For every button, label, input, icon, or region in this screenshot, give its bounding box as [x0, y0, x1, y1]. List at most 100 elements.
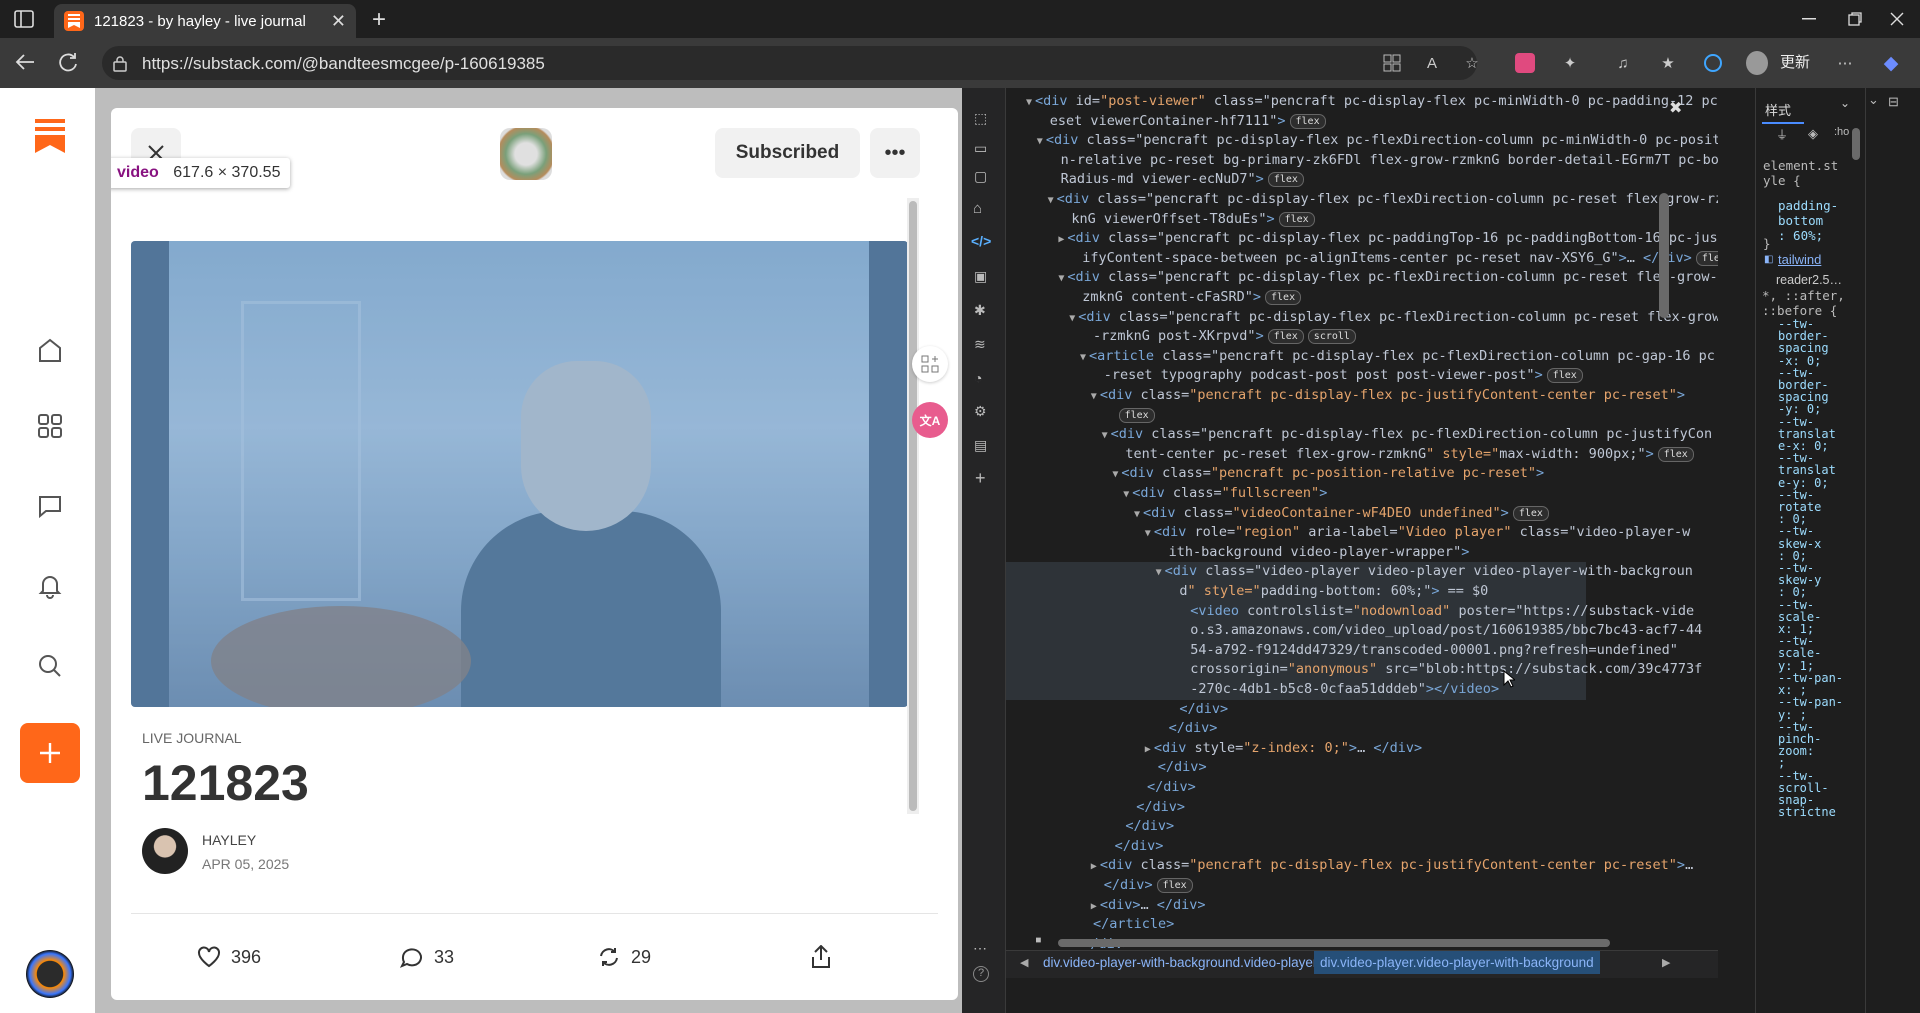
refresh-icon[interactable]: [58, 52, 78, 72]
styles-dropdown-icon[interactable]: ⌄: [1840, 96, 1850, 110]
dom-node-line[interactable]: zmknG content-cFaSRD"> flex: [1069, 288, 1302, 307]
welcome-icon[interactable]: ▢: [974, 168, 987, 185]
notifications-bell-icon[interactable]: [30, 566, 70, 606]
hover-state-toggle[interactable]: :ho: [1834, 126, 1849, 138]
tree-scrollbar-thumb[interactable]: [1659, 193, 1669, 318]
dom-node-line[interactable]: ▼ <div class="pencraft pc-display-flex pc…: [1102, 425, 1713, 445]
favorites-icon[interactable]: ★: [1657, 52, 1679, 74]
dom-node-line[interactable]: </div>: [1166, 700, 1228, 719]
dom-node-line[interactable]: ith-background video-player-wrapper">: [1156, 543, 1470, 562]
dom-node-line[interactable]: d" style="padding-bottom: 60%;"> == $0: [1166, 582, 1488, 601]
restore-icon[interactable]: [1832, 0, 1878, 38]
site-info-icon[interactable]: [113, 56, 127, 72]
dom-node-line[interactable]: </div>: [1134, 778, 1196, 797]
element-style-rule[interactable]: element.st yle {: [1763, 158, 1838, 188]
dom-node-line[interactable]: ▼ <article class="pencraft pc-display-fle…: [1080, 347, 1715, 367]
copilot-icon[interactable]: ◆: [1880, 52, 1902, 74]
network-wifi-icon[interactable]: ≋: [974, 336, 986, 353]
universal-selector-rule[interactable]: *, ::after, ::before {: [1762, 288, 1845, 318]
dom-node-line[interactable]: </div>: [1112, 817, 1174, 836]
card-scrollbar-thumb[interactable]: [909, 201, 917, 811]
translate-extension-icon[interactable]: [1514, 52, 1536, 74]
browser-essentials-icon[interactable]: [1702, 52, 1724, 74]
sources-bug-icon[interactable]: ✱: [974, 302, 986, 319]
translate-float-icon[interactable]: 文A: [912, 402, 948, 438]
performance-icon[interactable]: ◔: [974, 370, 982, 386]
dom-node-line[interactable]: ▼ <div class="pencraft pc-display-flex pc…: [1091, 386, 1685, 406]
author-name[interactable]: HAYLEY: [202, 832, 256, 848]
breadcrumb-left-arrow[interactable]: ◀: [1020, 956, 1028, 969]
dom-node-line[interactable]: ▼ <div class="video-player video-player v…: [1156, 562, 1693, 582]
publication-logo[interactable]: [500, 128, 552, 180]
dom-node-line[interactable]: ▼ <div role="region" aria-label="Video pl…: [1145, 523, 1691, 543]
padding-bottom-declaration[interactable]: padding- bottom : 60%;: [1778, 198, 1838, 243]
dom-node-line[interactable]: </div>: [1102, 837, 1164, 856]
layers-icon[interactable]: ◈: [1808, 126, 1818, 142]
dom-node-line[interactable]: ▼ <div class="pencraft pc-display-flex pc…: [1048, 190, 1718, 210]
dom-node-line[interactable]: -270c-4db1-b5c8-0cfaa51dddeb"></video>: [1177, 680, 1499, 699]
reader-source-link[interactable]: reader2.5…: [1776, 273, 1842, 287]
tailwind-source-link[interactable]: tailwind: [1778, 252, 1821, 267]
like-button[interactable]: 396: [197, 946, 261, 968]
dom-node-line[interactable]: ▼ <div class="pencraft pc-display-flex pc…: [1058, 268, 1718, 288]
media-icon[interactable]: ♫: [1612, 52, 1634, 74]
dom-node-line[interactable]: </article>: [1080, 915, 1174, 934]
close-elements-icon[interactable]: ✖: [1669, 98, 1682, 118]
tree-hscrollbar-thumb[interactable]: [1058, 939, 1610, 947]
browser-tab[interactable]: 121823 - by hayley - live journal ✕: [54, 4, 356, 38]
dom-node-line[interactable]: <video controlslist="nodownload" poster=…: [1177, 602, 1694, 621]
back-icon[interactable]: [14, 52, 36, 72]
dom-node-line[interactable]: </div>: [1145, 758, 1207, 777]
dom-node-line[interactable]: 54-a792-f9124dd47329/transcoded-00001.pn…: [1177, 641, 1678, 660]
substack-logo-icon[interactable]: [30, 116, 70, 156]
dom-node-line[interactable]: </div>: [1123, 798, 1185, 817]
elements-tool-icon[interactable]: </>: [971, 233, 991, 249]
subscribed-button[interactable]: Subscribed: [715, 128, 860, 178]
video-player[interactable]: [131, 241, 908, 707]
memory-chip-icon[interactable]: ⚙: [974, 403, 987, 420]
read-aloud-icon[interactable]: A: [1421, 52, 1443, 74]
search-icon[interactable]: [30, 646, 70, 686]
styles-scrollbar-thumb[interactable]: [1852, 128, 1860, 160]
update-button[interactable]: 更新: [1780, 51, 1810, 72]
home-icon[interactable]: [30, 330, 70, 370]
author-avatar[interactable]: [142, 828, 188, 874]
dom-node-line[interactable]: crossorigin="anonymous" src="blob:https:…: [1177, 660, 1702, 679]
dom-node-line[interactable]: ▼ <div class="pencraft pc-position-relati…: [1112, 464, 1544, 484]
breadcrumb-item-selected[interactable]: div.video-player.video-player-with-backg…: [1314, 951, 1600, 974]
console-icon[interactable]: ▣: [974, 268, 987, 285]
minimize-icon[interactable]: [1786, 0, 1832, 38]
dom-node-line[interactable]: </div> flex: [1091, 876, 1193, 895]
dom-node-line[interactable]: ▼ <div class="pencraft pc-display-flex pc…: [1069, 308, 1718, 328]
favorite-star-icon[interactable]: ☆: [1461, 52, 1483, 74]
close-window-icon[interactable]: [1874, 0, 1920, 38]
dom-node-line[interactable]: n-relative pc-reset bg-primary-zk6FDl fl…: [1048, 151, 1718, 170]
dom-node-line[interactable]: -reset typography podcast-post post post…: [1091, 366, 1583, 385]
device-toolbar-icon[interactable]: ▭: [974, 140, 987, 157]
dom-node-line[interactable]: tent-center pc-reset flex-grow-rzmknG" s…: [1112, 445, 1694, 464]
publication-name[interactable]: LIVE JOURNAL: [142, 730, 242, 746]
elements-tree[interactable]: ▼ <div id="post-viewer" class="pencraft p…: [1006, 88, 1718, 958]
dom-node-line[interactable]: ▶ <div class="pencraft pc-display-flex pc…: [1058, 229, 1718, 249]
restack-button[interactable]: 29: [597, 946, 651, 968]
styles-tab[interactable]: 样式: [1765, 100, 1791, 119]
dom-node-line[interactable]: ▶ <div style="z-index: 0;">… </div>: [1145, 739, 1422, 759]
inspect-element-icon[interactable]: ⬚: [974, 110, 987, 127]
dom-node-line[interactable]: eset viewerContainer-hf7111"> flex: [1037, 112, 1326, 131]
profile-avatar-icon[interactable]: [1746, 51, 1768, 75]
sidebar-toggle-icon[interactable]: [14, 10, 34, 28]
url-text[interactable]: https://substack.com/@bandteesmcgee/p-16…: [142, 54, 545, 74]
tailwind-css-variables[interactable]: --tw- border- spacing -x: 0; --tw- borde…: [1778, 318, 1843, 818]
dom-node-line[interactable]: knG viewerOffset-T8duEs"> flex: [1058, 210, 1315, 229]
more-tools-plus-icon[interactable]: +: [975, 468, 986, 489]
dom-node-line[interactable]: ifyContent-space-between pc-alignItems-c…: [1069, 249, 1718, 268]
filter-icon[interactable]: ⏚: [1776, 126, 1788, 143]
create-post-button[interactable]: [20, 723, 80, 783]
breadcrumb-right-arrow[interactable]: ▶: [1662, 956, 1670, 969]
more-menu-icon[interactable]: ⋯: [1834, 52, 1856, 74]
dom-node-line[interactable]: ▼ <div class="fullscreen">: [1123, 484, 1327, 504]
dock-side-icon[interactable]: ⊟: [1888, 94, 1899, 110]
dom-node-line[interactable]: </div>: [1156, 719, 1218, 738]
scroll-left-arrow[interactable]: [1031, 937, 1041, 943]
share-icon[interactable]: [810, 945, 832, 969]
